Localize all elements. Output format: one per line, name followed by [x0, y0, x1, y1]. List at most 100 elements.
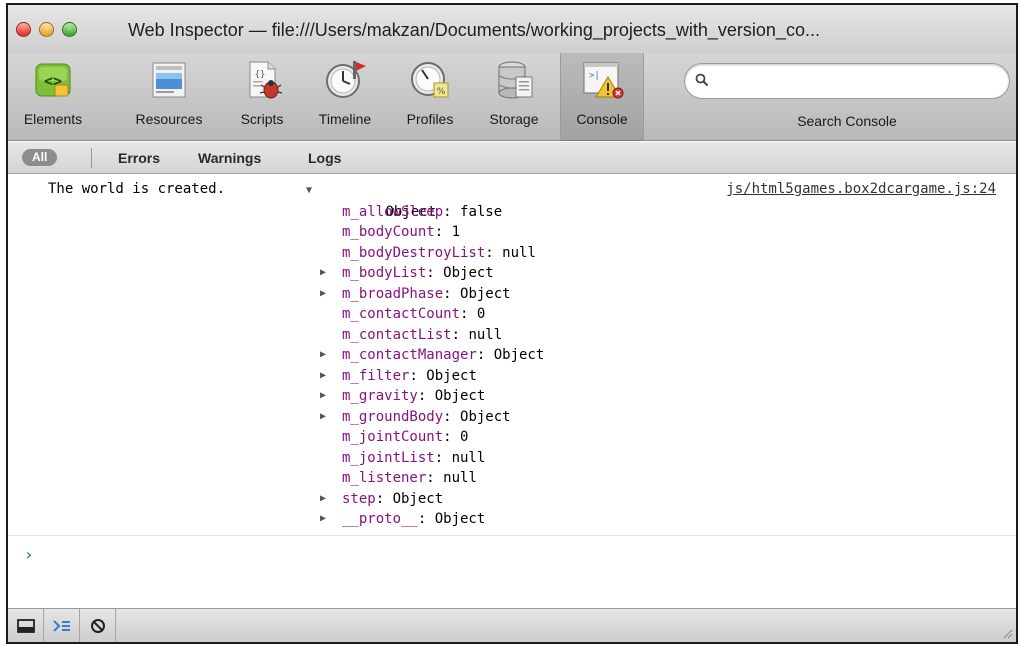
property-key: m_filter: [342, 367, 410, 384]
property-key: m_contactManager: [342, 347, 477, 363]
object-property-row[interactable]: ▶ m_groundBody: Object: [306, 407, 544, 428]
disclosure-closed-icon[interactable]: ▶: [320, 509, 326, 530]
tab-profiles[interactable]: % Profiles: [396, 53, 464, 141]
property-colon: :: [485, 244, 503, 261]
console-toggle-icon: [52, 620, 70, 632]
property-colon: :: [426, 265, 444, 281]
tab-elements[interactable]: <> Elements: [10, 53, 96, 141]
tab-resources[interactable]: Resources: [123, 53, 215, 141]
object-property-row: m_contactCount: 0: [306, 304, 544, 325]
console-prompt[interactable]: ›: [24, 545, 34, 564]
window-title: Web Inspector — file:///Users/makzan/Doc…: [128, 20, 820, 40]
search-console-input[interactable]: [715, 70, 995, 92]
object-property-row[interactable]: ▶ m_bodyList: Object: [306, 263, 544, 284]
object-root[interactable]: ▼ Object: [306, 181, 544, 220]
search-console-box[interactable]: [684, 63, 1010, 99]
filter-logs[interactable]: Logs: [308, 150, 341, 166]
minimize-window-button[interactable]: [39, 22, 54, 37]
property-key: m_gravity: [342, 388, 418, 404]
tab-timeline-label: Timeline: [318, 111, 372, 127]
property-value: Object: [460, 285, 511, 302]
filter-errors[interactable]: Errors: [118, 150, 160, 166]
object-property-row: m_allowSleep: false: [306, 202, 544, 223]
tab-elements-label: Elements: [23, 111, 83, 127]
property-value: null: [443, 470, 477, 486]
search-icon: [695, 73, 709, 87]
property-key: m_contactCount: [342, 306, 461, 322]
clear-console-button[interactable]: [80, 609, 116, 642]
property-colon: :: [417, 388, 435, 404]
property-key: m_bodyList: [342, 265, 427, 281]
property-key: m_bodyCount: [342, 224, 435, 240]
property-value: null: [451, 449, 486, 466]
property-key: m_jointCount: [342, 429, 444, 445]
resources-icon: [147, 59, 191, 101]
object-property-row: m_bodyCount: 1: [306, 222, 544, 243]
disclosure-closed-icon[interactable]: ▶: [320, 489, 326, 510]
tab-resources-label: Resources: [135, 111, 203, 127]
property-colon: :: [434, 224, 452, 240]
clear-console-icon: [90, 619, 105, 633]
property-colon: :: [409, 367, 427, 384]
property-key: step: [342, 490, 376, 507]
tab-profiles-label: Profiles: [406, 111, 454, 127]
resize-grip-icon[interactable]: [1001, 627, 1013, 639]
disclosure-open-icon[interactable]: ▼: [306, 181, 312, 202]
timeline-icon: [323, 59, 367, 101]
svg-text:%: %: [437, 87, 446, 97]
tab-storage[interactable]: Storage: [478, 53, 550, 141]
object-property-row[interactable]: ▶ m_contactManager: Object: [306, 345, 544, 366]
console-output[interactable]: The world is created. ▼ Object m_allowSle…: [8, 175, 1016, 609]
object-property-row[interactable]: ▶ __proto__: Object: [306, 509, 544, 530]
disclosure-closed-icon[interactable]: ▶: [320, 345, 326, 366]
elements-icon: <>: [31, 59, 75, 101]
property-value: Object: [426, 367, 477, 384]
object-property-row: m_jointList: null: [306, 448, 544, 469]
profiles-icon: %: [408, 59, 452, 101]
disclosure-closed-icon[interactable]: ▶: [320, 407, 326, 428]
filter-all[interactable]: All: [22, 149, 58, 166]
console-filter-bar: All Errors Warnings Logs: [8, 142, 1016, 174]
object-property-row[interactable]: ▶ m_filter: Object: [306, 366, 544, 387]
console-toggle-button[interactable]: [44, 609, 80, 642]
disclosure-closed-icon[interactable]: ▶: [320, 284, 326, 305]
object-property-row[interactable]: ▶ step: Object: [306, 489, 544, 510]
property-colon: :: [443, 203, 461, 220]
console-icon: >|: [580, 59, 624, 101]
property-value: Object: [434, 388, 486, 404]
object-property-row[interactable]: ▶ m_gravity: Object: [306, 386, 544, 407]
scripts-icon: {}: [240, 59, 284, 101]
property-value: false: [460, 203, 503, 220]
property-value: 0: [460, 429, 469, 445]
property-colon: :: [476, 347, 494, 363]
svg-text:{}: {}: [255, 70, 266, 80]
property-colon: :: [375, 490, 393, 507]
property-colon: :: [434, 449, 452, 466]
tab-scripts[interactable]: {} Scripts: [230, 53, 294, 141]
toolbar: <> Elements Resources {} Scripts Timelin…: [8, 53, 1016, 141]
property-key: m_allowSleep: [342, 203, 444, 220]
property-value: null: [502, 244, 536, 261]
disclosure-closed-icon[interactable]: ▶: [320, 366, 326, 387]
property-key: m_broadPhase: [342, 285, 444, 302]
storage-icon: [492, 59, 536, 101]
property-colon: :: [451, 326, 469, 343]
property-value: Object: [392, 490, 444, 507]
tab-console[interactable]: >| Console: [560, 53, 644, 141]
disclosure-closed-icon[interactable]: ▶: [320, 263, 326, 284]
filter-warnings[interactable]: Warnings: [198, 150, 261, 166]
property-colon: :: [443, 285, 461, 302]
close-window-button[interactable]: [16, 22, 31, 37]
disclosure-closed-icon[interactable]: ▶: [320, 386, 326, 407]
tab-timeline[interactable]: Timeline: [306, 53, 384, 141]
object-properties: m_allowSleep: false m_bodyCount: 1 m_bodyD…: [306, 202, 544, 530]
source-link[interactable]: js/html5games.box2dcargame.js:24: [726, 181, 996, 197]
tab-console-label: Console: [576, 111, 628, 127]
filter-divider: [91, 148, 92, 168]
dock-button[interactable]: [8, 609, 44, 642]
property-value: Object: [443, 265, 494, 281]
console-message-text: The world is created.: [48, 181, 226, 197]
object-property-row[interactable]: ▶ m_broadPhase: Object: [306, 284, 544, 305]
property-colon: :: [417, 511, 435, 527]
zoom-window-button[interactable]: [62, 22, 77, 37]
